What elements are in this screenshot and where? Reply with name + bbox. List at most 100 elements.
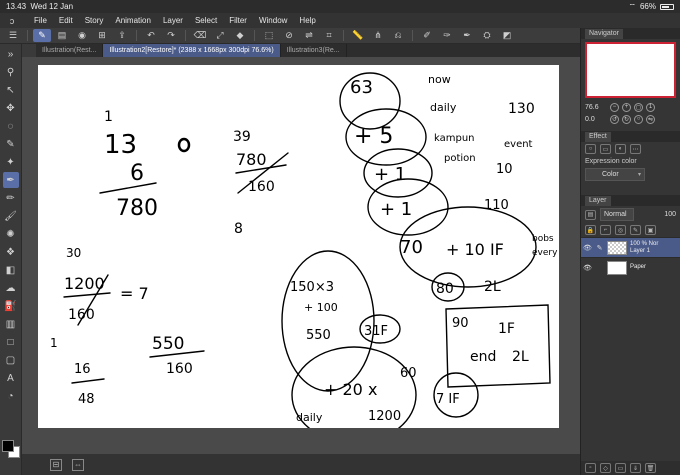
menu-help[interactable]: Help — [293, 16, 321, 25]
effect-tone-icon[interactable]: ⋯ — [630, 144, 641, 154]
eyedropper-icon[interactable]: ✎ — [3, 136, 19, 152]
material-icon[interactable]: ◩ — [498, 29, 516, 42]
merge-icon[interactable]: ⇓ — [630, 463, 641, 473]
menu-select[interactable]: Select — [189, 16, 223, 25]
redo-icon[interactable]: ↷ — [162, 29, 180, 42]
tab-illustration3[interactable]: Illustration3(Re... — [281, 44, 347, 57]
decoration-icon[interactable]: ❖ — [3, 244, 19, 260]
effect-tab[interactable]: Effect — [585, 131, 611, 142]
new-folder-icon[interactable]: ▭ — [615, 463, 626, 473]
reference-layer-icon[interactable]: ◎ — [615, 225, 626, 235]
blend-icon[interactable]: ☁ — [3, 280, 19, 296]
rotation-value[interactable]: 0.0 — [585, 116, 607, 123]
new-raster-layer-icon[interactable]: ▫ — [585, 463, 596, 473]
frame-icon[interactable]: ▢ — [3, 352, 19, 368]
opacity-value[interactable]: 100 — [664, 211, 676, 218]
navigator-tab[interactable]: Navigator — [585, 28, 623, 39]
mask-icon[interactable]: ▣ — [645, 225, 656, 235]
pen-tool-icon[interactable]: ✒ — [2, 172, 19, 188]
draft-layer-icon[interactable]: ✎ — [630, 225, 641, 235]
lock-icon[interactable]: 🔒 — [585, 225, 596, 235]
effect-watercolor-icon[interactable]: ◐ — [615, 144, 626, 154]
undo-icon[interactable]: ↶ — [142, 29, 160, 42]
operation-icon[interactable]: ↖ — [3, 82, 19, 98]
trash-icon[interactable]: 🗑 — [645, 463, 656, 473]
menu-story[interactable]: Story — [79, 16, 110, 25]
reference-icon[interactable]: ⛭ — [478, 29, 496, 42]
eraser-icon[interactable]: ◧ — [3, 262, 19, 278]
pencil-icon[interactable]: ✏ — [3, 190, 19, 206]
menu-file[interactable]: File — [28, 16, 53, 25]
fill-bucket-icon[interactable]: ⛽ — [3, 298, 19, 314]
fit-icon[interactable]: ◻ — [634, 102, 643, 112]
figure-icon[interactable]: □ — [3, 334, 19, 350]
stabilizer-icon[interactable]: ✒ — [458, 29, 476, 42]
effect-off-icon[interactable]: ○ — [585, 144, 596, 154]
zoom-value[interactable]: 76.6 — [585, 104, 607, 111]
brush-settings-icon[interactable]: ✐ — [418, 29, 436, 42]
layer-item[interactable]: 👁 ✎ 100 % Nor Layer 1 — [581, 237, 680, 257]
fill-icon[interactable]: ◆ — [231, 29, 249, 42]
layer-property-icon[interactable]: ▤ — [585, 209, 596, 220]
clear-icon[interactable]: ⌫ — [191, 29, 209, 42]
color-swatch[interactable] — [2, 440, 20, 458]
selection-icon[interactable]: ⬚ — [260, 29, 278, 42]
menu-window[interactable]: Window — [253, 16, 293, 25]
zoom-in-icon[interactable]: + — [622, 102, 631, 112]
balloon-icon[interactable]: ◔ — [3, 388, 19, 404]
layer-tab[interactable]: Layer — [585, 195, 611, 206]
pen-pressure-icon[interactable]: ✑ — [438, 29, 456, 42]
eye-icon[interactable]: 👁 — [583, 244, 592, 252]
foreground-color[interactable] — [2, 440, 14, 452]
hamburger-icon[interactable]: ☰ — [4, 29, 22, 42]
tab-illustration2[interactable]: Illustration2[Restore]* (2388 x 1668px 3… — [103, 44, 281, 57]
canvas-paper[interactable]: 1 13 6 780 39 780 160 8 30 1200 160 = 7 … — [38, 65, 559, 428]
export-icon[interactable]: ⇪ — [113, 29, 131, 42]
zoom-out-icon[interactable]: − — [610, 102, 619, 112]
menu-filter[interactable]: Filter — [223, 16, 253, 25]
brush-icon[interactable]: 🖌 — [3, 208, 19, 224]
app-logo-icon[interactable]: ↄ — [4, 15, 20, 27]
sketch-text: 48 — [78, 392, 95, 407]
transform-icon[interactable]: ⤢ — [211, 29, 229, 42]
ruler-icon[interactable]: 📏 — [349, 29, 367, 42]
canvas-area[interactable]: 1 13 6 780 39 780 160 8 30 1200 160 = 7 … — [22, 57, 580, 454]
expression-color-select[interactable]: Color ▾ — [585, 168, 645, 181]
edit-mode-icon[interactable]: ✎ — [33, 29, 51, 42]
effect-border-icon[interactable]: ▭ — [600, 144, 611, 154]
flip-horizontal-icon[interactable]: ⇋ — [646, 114, 655, 124]
crop-icon[interactable]: ⌗ — [320, 29, 338, 42]
menu-layer[interactable]: Layer — [157, 16, 189, 25]
lasso-icon[interactable]: ◌ — [3, 118, 19, 134]
layer-panel-footer: ▫ ◇ ▭ ⇓ 🗑 — [581, 461, 680, 475]
airbrush-icon[interactable]: ✺ — [3, 226, 19, 242]
symmetry-icon[interactable]: ⎌ — [389, 29, 407, 42]
text-icon[interactable]: A — [3, 370, 19, 386]
grid-icon[interactable]: ⊞ — [93, 29, 111, 42]
clip-icon[interactable]: ⌐ — [600, 225, 611, 235]
invert-selection-icon[interactable]: ⇌ — [300, 29, 318, 42]
quick-access-icon[interactable]: ⊟ — [50, 458, 62, 471]
eye-icon[interactable]: 👁 — [583, 264, 592, 272]
move-icon[interactable]: ✥ — [3, 100, 19, 116]
layer-icon[interactable]: ▤ — [53, 29, 71, 42]
blend-mode-select[interactable]: Normal — [600, 208, 634, 221]
menu-edit[interactable]: Edit — [53, 16, 79, 25]
deselect-icon[interactable]: ⊘ — [280, 29, 298, 42]
rotate-right-icon[interactable]: ↻ — [622, 114, 631, 124]
auto-select-icon[interactable]: ✦ — [3, 154, 19, 170]
rotate-left-icon[interactable]: ↺ — [610, 114, 619, 124]
new-vector-layer-icon[interactable]: ◇ — [600, 463, 611, 473]
layer-item[interactable]: 👁 Paper — [581, 257, 680, 277]
reset-rotation-icon[interactable]: ○ — [634, 114, 643, 124]
zoom-icon[interactable]: ⚲ — [3, 64, 19, 80]
actual-size-icon[interactable]: 1 — [646, 102, 655, 112]
view-icon[interactable]: ◉ — [73, 29, 91, 42]
flip-icon[interactable]: ⇔ — [72, 458, 84, 471]
menu-animation[interactable]: Animation — [109, 16, 157, 25]
tab-illustration1[interactable]: Illustration(Rest... — [36, 44, 104, 57]
snap-icon[interactable]: ⋔ — [369, 29, 387, 42]
expand-icon[interactable]: » — [3, 46, 19, 62]
gradient-icon[interactable]: ▥ — [3, 316, 19, 332]
navigator-preview[interactable] — [585, 42, 676, 98]
